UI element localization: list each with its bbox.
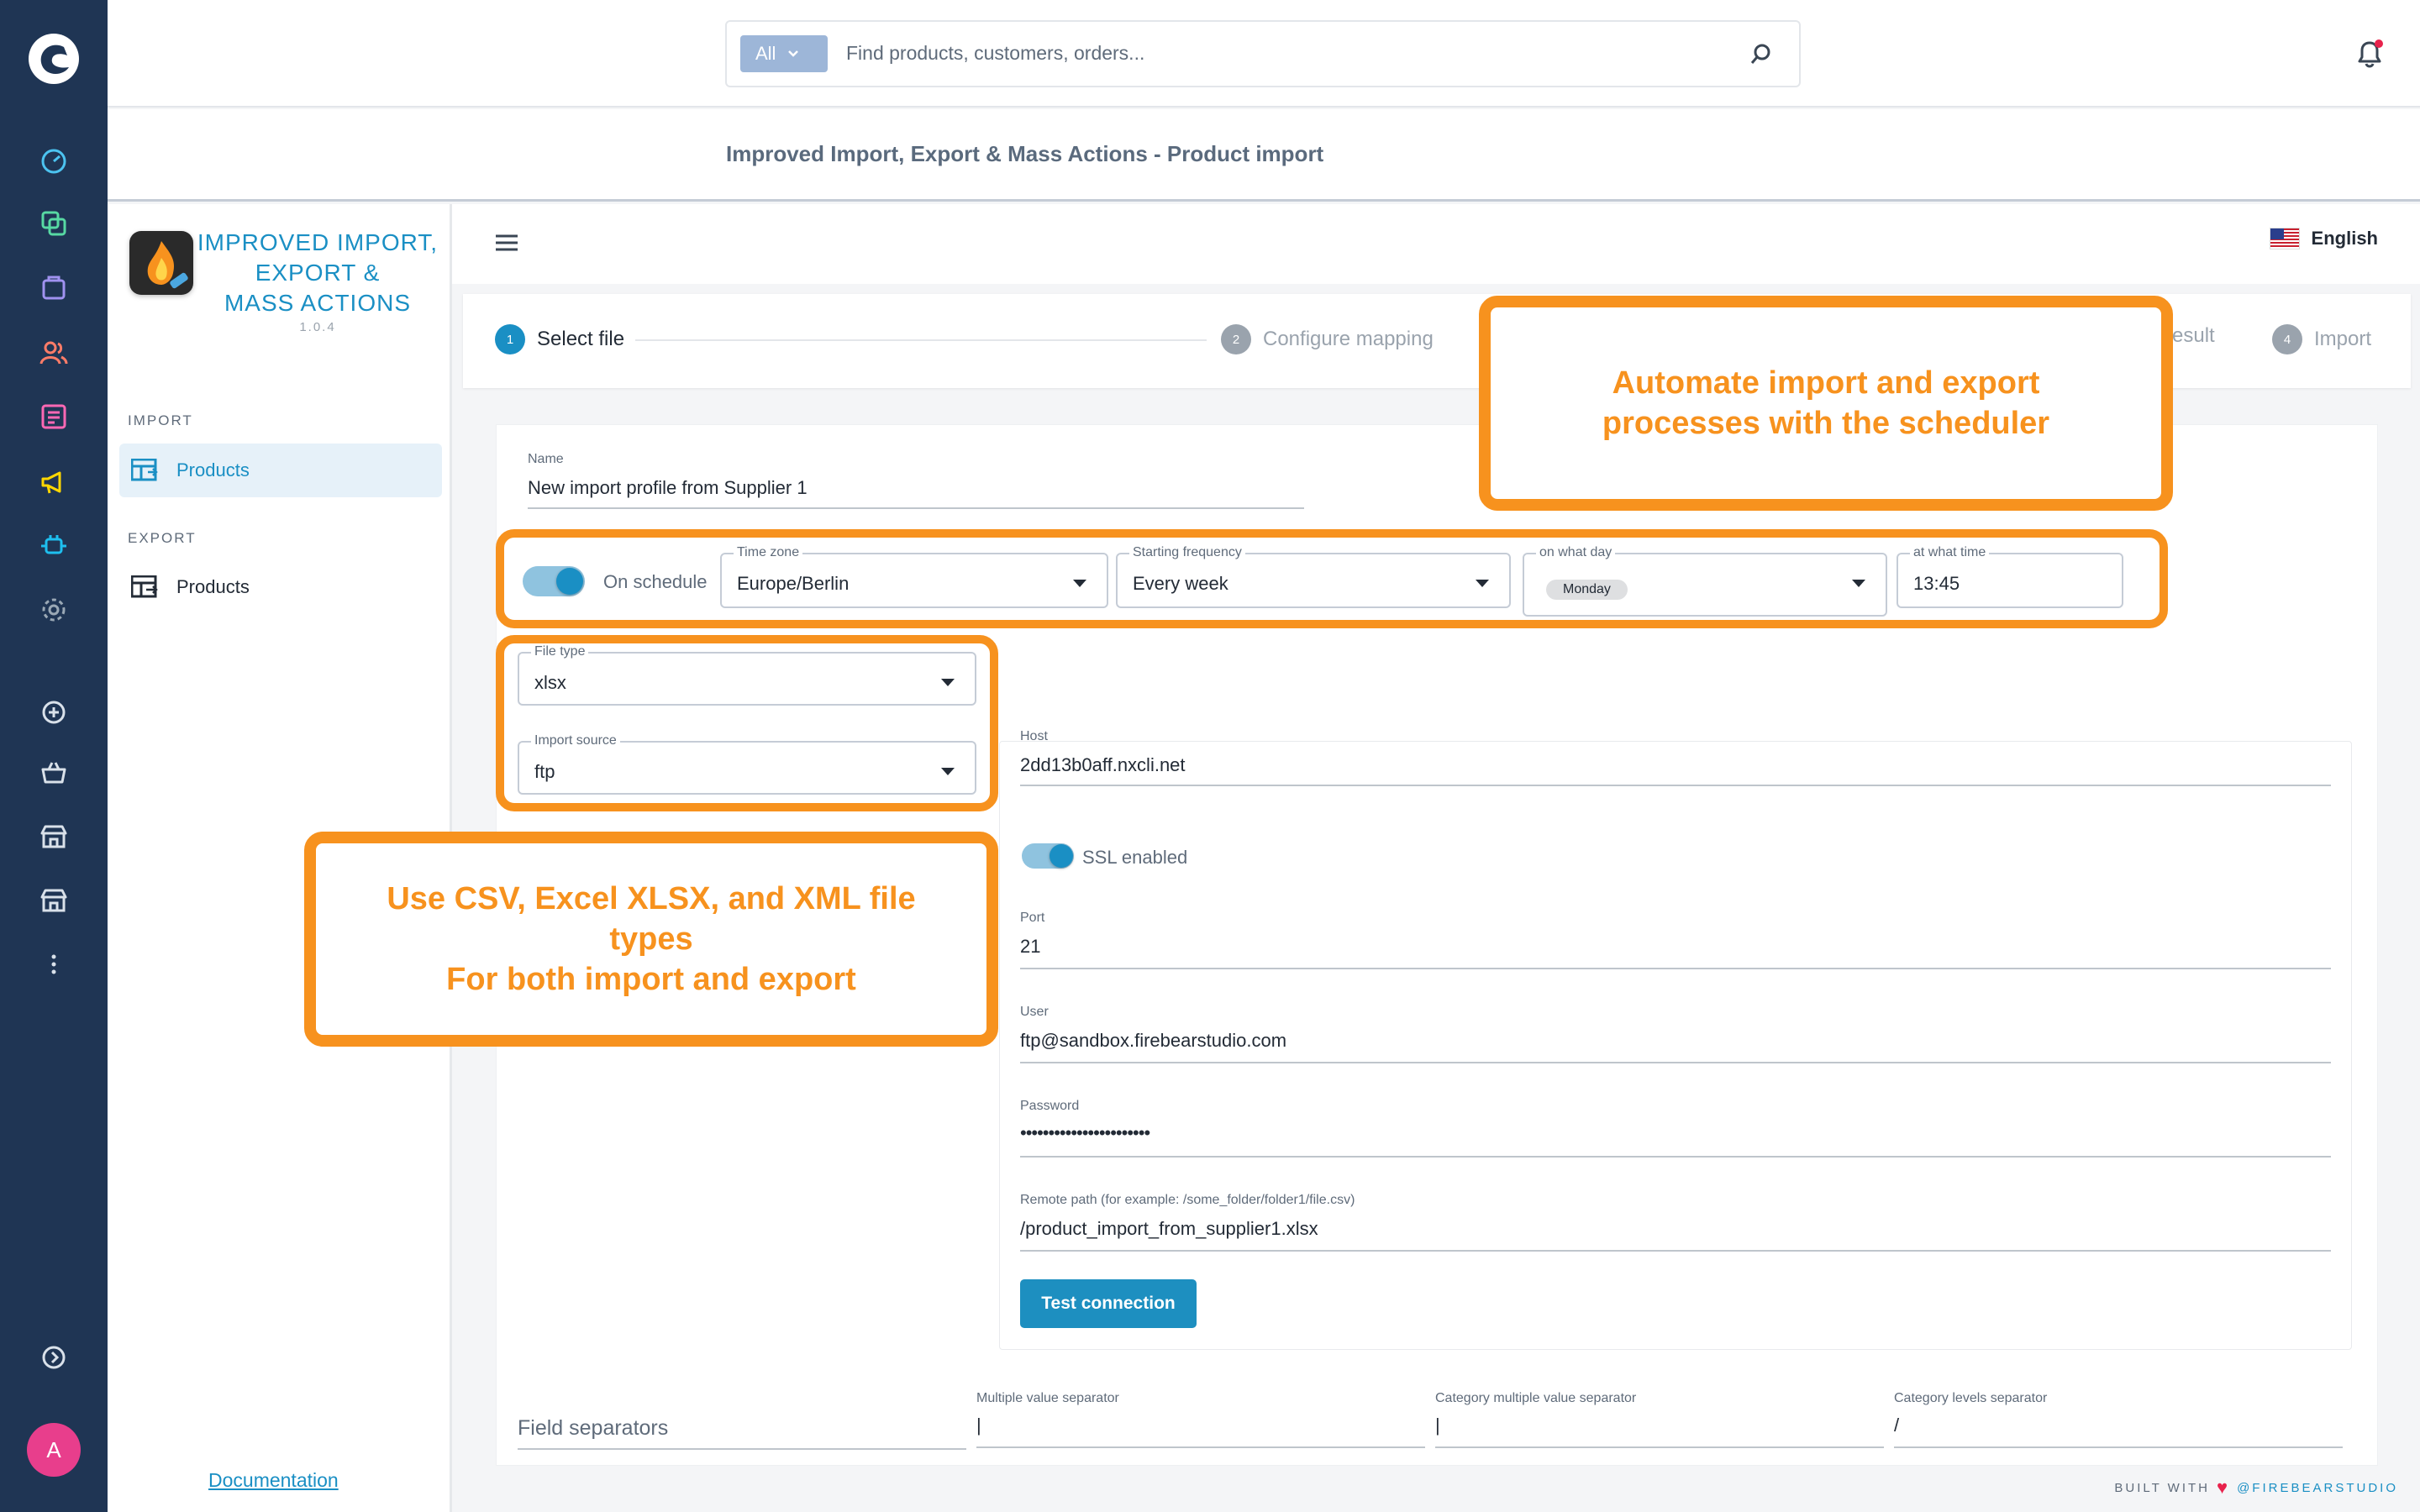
scheduler-callout: Automate import and export processes wit…: [1479, 296, 2173, 511]
firebear-logo-icon: [129, 231, 193, 295]
plugin-title: IMPROVED IMPORT, EXPORT & MASS ACTIONS: [197, 229, 439, 316]
cat-multi-sep-underline: [1435, 1446, 1884, 1448]
port-underline: [1020, 968, 2331, 969]
step-select-file[interactable]: 1 Select file: [495, 324, 624, 354]
us-flag-icon: [2269, 228, 2300, 249]
step-import[interactable]: 4 Import: [2272, 324, 2371, 354]
add-sales-channel-icon[interactable]: [34, 692, 74, 732]
catalogue-icon[interactable]: [34, 203, 74, 244]
step-configure-mapping[interactable]: 2 Configure mapping: [1221, 324, 1434, 354]
user-label: User: [1020, 1005, 1049, 1019]
cat-multi-sep-label: Category multiple value separator: [1435, 1391, 1637, 1405]
chevron-down-icon: [788, 50, 799, 57]
settings-icon[interactable]: [34, 590, 74, 630]
password-label: Password: [1020, 1099, 1080, 1113]
more-icon[interactable]: [34, 944, 74, 984]
search-scope-label: All: [755, 43, 776, 64]
callout-line: Use CSV, Excel XLSX, and XML file: [387, 881, 916, 916]
callout-line: types: [609, 921, 693, 957]
storefront-icon-2[interactable]: [34, 880, 74, 921]
field-separators-title: Field separators: [518, 1416, 669, 1440]
plugin-version: 1.0.4: [299, 320, 336, 334]
customers-icon[interactable]: [34, 333, 74, 373]
marketing-icon[interactable]: [34, 462, 74, 502]
multi-sep-input[interactable]: |: [976, 1415, 981, 1436]
toggle-knob: [1050, 844, 1073, 868]
extensions-icon[interactable]: [34, 526, 74, 566]
callout-line: For both import and export: [446, 962, 856, 997]
remote-path-underline: [1020, 1250, 2331, 1252]
port-label: Port: [1020, 911, 1045, 925]
stepper-line: [635, 339, 1207, 341]
shopware-logo-icon[interactable]: [25, 30, 82, 87]
search-input[interactable]: Find products, customers, orders...: [846, 42, 1144, 65]
search-scope-dropdown[interactable]: All: [740, 35, 828, 72]
cat-multi-sep-input[interactable]: |: [1435, 1415, 1440, 1436]
storefront-icon[interactable]: [34, 816, 74, 857]
export-section-title: EXPORT: [128, 530, 197, 546]
hamburger-menu-icon[interactable]: [494, 233, 519, 253]
port-input[interactable]: 21: [1020, 936, 1040, 958]
collapse-menu-icon[interactable]: [34, 1337, 74, 1378]
host-label: Host: [1020, 729, 1048, 743]
host-input[interactable]: 2dd13b0aff.nxcli.net: [1020, 754, 1186, 776]
sidebar-item-label: Products: [176, 576, 250, 597]
top-bar: All Find products, customers, orders...: [108, 0, 2420, 108]
ssl-toggle[interactable]: [1022, 843, 1074, 869]
global-search[interactable]: All Find products, customers, orders...: [725, 20, 1801, 87]
built-with-footer: BUILT WITH ♥ @FIREBEARSTUDIO: [2114, 1477, 2398, 1499]
table-export-icon: [131, 575, 158, 598]
orders-icon[interactable]: [34, 267, 74, 307]
step-result[interactable]: esult: [2172, 324, 2215, 348]
user-underline: [1020, 1062, 2331, 1063]
page-title: Improved Import, Export & Mass Actions -…: [726, 141, 1324, 166]
field-separators-underline: [518, 1448, 966, 1450]
name-underline: [528, 507, 1304, 509]
name-input[interactable]: New import profile from Supplier 1: [528, 477, 808, 499]
sidebar-item-export-products[interactable]: Products: [119, 560, 442, 614]
table-import-icon: [131, 459, 158, 481]
test-connection-button[interactable]: Test connection: [1020, 1279, 1197, 1328]
basket-icon[interactable]: [34, 753, 74, 793]
callout-line: Automate import and export: [1612, 365, 2040, 401]
page-header: Improved Import, Export & Mass Actions -…: [108, 109, 2420, 202]
heart-icon: ♥: [2217, 1477, 2231, 1498]
multi-sep-underline: [976, 1446, 1425, 1448]
ssl-label: SSL enabled: [1082, 847, 1188, 868]
name-label: Name: [528, 452, 564, 466]
cat-levels-input[interactable]: /: [1894, 1415, 1899, 1436]
cat-levels-label: Category levels separator: [1894, 1391, 2048, 1405]
built-with-label: BUILT WITH: [2114, 1480, 2211, 1495]
dashboard-icon[interactable]: [34, 141, 74, 181]
sidebar-item-import-products[interactable]: Products: [119, 444, 442, 497]
firebear-link[interactable]: @FIREBEARSTUDIO: [2237, 1481, 2398, 1495]
multi-sep-label: Multiple value separator: [976, 1391, 1119, 1405]
schedule-highlight: [496, 529, 2168, 628]
file-type-highlight: [496, 635, 998, 811]
sidebar-item-label: Products: [176, 459, 250, 480]
documentation-link[interactable]: Documentation: [208, 1469, 339, 1492]
remote-path-label: Remote path (for example: /some_folder/f…: [1020, 1193, 1355, 1207]
language-switcher[interactable]: English: [2269, 228, 2378, 249]
password-input[interactable]: •••••••••••••••••••••••: [1020, 1122, 1150, 1144]
content-icon[interactable]: [34, 396, 74, 437]
import-section-title: IMPORT: [128, 412, 193, 428]
cat-levels-underline: [1894, 1446, 2343, 1448]
language-label: English: [2311, 228, 2378, 249]
callout-line: processes with the scheduler: [1602, 406, 2050, 441]
content-header: English: [452, 204, 2420, 284]
password-underline: [1020, 1156, 2331, 1158]
user-avatar[interactable]: A: [27, 1423, 81, 1477]
main-nav: A: [0, 0, 108, 1512]
file-types-callout: Use CSV, Excel XLSX, and XML file types …: [304, 832, 998, 1047]
remote-path-input[interactable]: /product_import_from_supplier1.xlsx: [1020, 1218, 1318, 1240]
host-underline: [1020, 785, 2331, 786]
notification-bell-icon[interactable]: [2353, 37, 2386, 71]
search-icon[interactable]: [1749, 42, 1774, 67]
user-input[interactable]: ftp@sandbox.firebearstudio.com: [1020, 1030, 1286, 1052]
